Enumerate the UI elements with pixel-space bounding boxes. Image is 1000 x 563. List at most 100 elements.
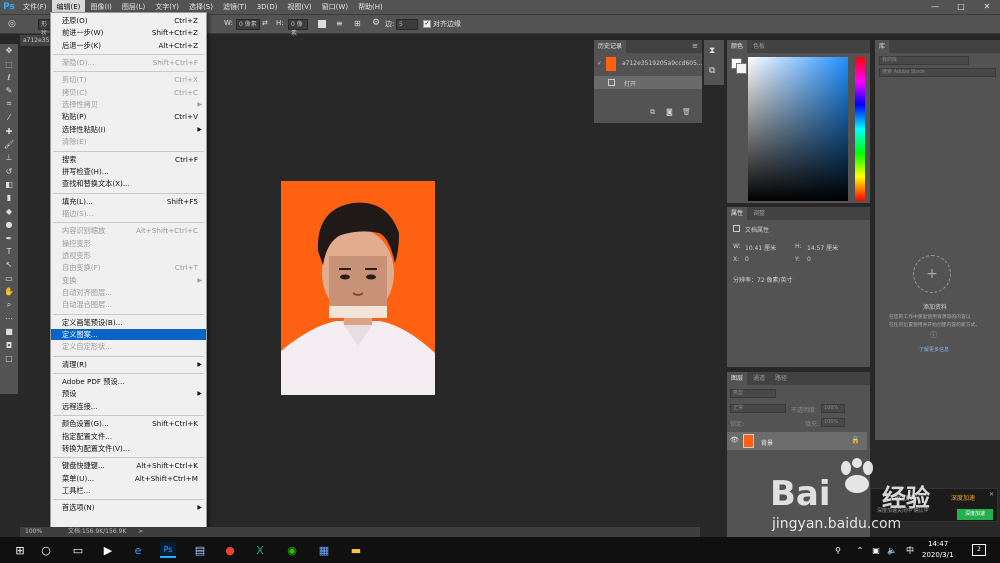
lasso-tool-icon[interactable]: ℓ — [0, 71, 18, 84]
quick-select-tool-icon[interactable]: ✎ — [0, 84, 18, 97]
type-tool-icon[interactable]: T — [0, 245, 18, 258]
edit-menu-item[interactable]: 首选项(N) ▶ — [51, 502, 206, 513]
trash-icon[interactable]: 🗑 — [682, 108, 691, 116]
align-edges-checkbox[interactable]: ✓ — [423, 20, 431, 28]
x-value[interactable]: 0 — [745, 256, 749, 263]
edit-menu-item[interactable]: 颜色设置(G)... Shift+Ctrl+K — [51, 418, 206, 429]
eraser-tool-icon[interactable]: ◧ — [0, 178, 18, 191]
create-document-icon[interactable]: ⧉ — [650, 108, 655, 117]
notes-icon[interactable]: ▦ — [316, 542, 332, 558]
blend-mode-select[interactable]: 正常 — [730, 404, 786, 413]
notification-close-icon[interactable]: ✕ — [989, 491, 994, 498]
path-align-icon[interactable]: ≡ — [336, 19, 343, 28]
menu-10[interactable]: 帮助(H) — [353, 0, 388, 14]
edit-menu-item[interactable]: 拼写检查(H)... — [51, 166, 206, 177]
crop-tool-icon[interactable]: ⌗ — [0, 98, 18, 111]
volume-icon[interactable]: 🔈 — [884, 542, 900, 558]
edit-menu-item[interactable]: 远程连接... — [51, 401, 206, 412]
tab-layers[interactable]: 图层 — [727, 372, 748, 385]
tab-color[interactable]: 颜色 — [727, 40, 748, 53]
quick-mask-icon[interactable]: ◘ — [0, 339, 18, 352]
close-button[interactable]: ✕ — [974, 0, 1000, 14]
edit-menu-item[interactable]: 转换为配置文件(V)... — [51, 443, 206, 454]
more-tools-icon[interactable]: ⋯ — [0, 312, 18, 325]
blur-tool-icon[interactable]: ◆ — [0, 205, 18, 218]
notification-action-button[interactable]: 深度加速 — [957, 509, 993, 520]
notification-center-icon[interactable]: 2 — [972, 544, 986, 556]
color-swatches-icon[interactable]: ■ — [0, 325, 18, 338]
tab-adjustments[interactable]: 调整 — [749, 207, 769, 220]
gradient-tool-icon[interactable]: ▮ — [0, 191, 18, 204]
brush-tool-icon[interactable]: 🖌 — [0, 138, 18, 151]
hue-slider[interactable] — [855, 57, 865, 201]
zoom-tool-icon[interactable]: ⌕ — [0, 298, 18, 311]
chrome-icon[interactable]: ● — [222, 542, 238, 558]
history-snapshot-row[interactable]: ✓ a712e3519205a9ccd605... — [594, 55, 703, 73]
excel-icon[interactable]: X — [252, 542, 268, 558]
layer-filter-select[interactable]: 类型 — [730, 389, 776, 398]
panel-menu-icon[interactable]: ≡ — [692, 42, 698, 50]
edit-menu-item[interactable]: 键盘快捷键... Alt+Shift+Ctrl+K — [51, 460, 206, 471]
gear-icon[interactable]: ⚙ — [372, 18, 380, 28]
w-value[interactable]: 10.41 厘米 — [745, 243, 776, 252]
zoom-level[interactable]: 100% — [25, 527, 42, 537]
edit-menu-item[interactable]: 后退一步(K) Alt+Ctrl+Z — [51, 40, 206, 51]
status-menu-arrow[interactable]: > — [138, 527, 143, 537]
tab-paths[interactable]: 路径 — [771, 372, 791, 385]
path-select-icon[interactable]: ↖ — [0, 258, 18, 271]
windows-start-icon[interactable]: ⊞ — [12, 542, 28, 558]
opacity-input[interactable]: 100% — [821, 404, 845, 413]
search-icon[interactable]: ○ — [38, 542, 54, 558]
edit-menu-item[interactable]: 指定配置文件... — [51, 431, 206, 442]
dodge-tool-icon[interactable]: ● — [0, 218, 18, 231]
edit-menu-item[interactable]: 选择性粘贴(I) ▶ — [51, 124, 206, 135]
minimize-button[interactable]: — — [922, 0, 948, 14]
edit-menu-item[interactable]: 前进一步(W) Shift+Ctrl+Z — [51, 27, 206, 38]
h-input[interactable]: 0 像素 — [288, 19, 308, 37]
network-icon[interactable]: ▣ — [868, 542, 884, 558]
files-icon[interactable]: ▤ — [192, 542, 208, 558]
library-search-input[interactable]: 搜索 Adobe Stock — [879, 68, 996, 77]
wechat-icon[interactable]: ◉ — [284, 542, 300, 558]
properties-panel-icon[interactable]: ⧉ — [709, 66, 715, 76]
edit-menu-item[interactable]: 工具栏... — [51, 485, 206, 496]
edit-menu-item[interactable]: 清理(R) ▶ — [51, 359, 206, 370]
menu-7[interactable]: 3D(D) — [252, 0, 283, 14]
edit-menu-item[interactable]: 粘贴(P) Ctrl+V — [51, 111, 206, 122]
people-icon[interactable]: ⚲ — [830, 542, 846, 558]
edit-menu-item[interactable]: 查找和替换文本(X)... — [51, 178, 206, 189]
camera-icon[interactable]: ◙ — [666, 108, 673, 116]
menu-6[interactable]: 滤镜(T) — [218, 0, 252, 14]
tab-swatches[interactable]: 色板 — [749, 40, 769, 53]
swap-icon[interactable]: ⇄ — [262, 19, 268, 27]
tab-library[interactable]: 库 — [875, 40, 890, 53]
edit-menu-item[interactable]: 搜索 Ctrl+F — [51, 154, 206, 165]
layer-row[interactable]: 👁 背景 🔒 — [727, 432, 867, 450]
edit-menu-item[interactable]: 定义图案... — [51, 329, 206, 341]
w-input[interactable]: 0 像素 — [236, 19, 260, 30]
clock-time[interactable]: 14:47 — [928, 540, 948, 548]
fill-input[interactable]: 100% — [821, 418, 845, 427]
input-method-indicator[interactable]: 中 — [902, 542, 918, 558]
clone-stamp-icon[interactable]: ⊥ — [0, 151, 18, 164]
help-icon[interactable]: ⓘ — [930, 330, 937, 340]
eye-icon[interactable]: 👁 — [730, 436, 739, 444]
media-icon[interactable]: ▶ — [100, 542, 116, 558]
task-view-icon[interactable]: ▭ — [70, 542, 86, 558]
add-content-icon[interactable]: + — [913, 255, 951, 293]
canvas-document-image[interactable] — [281, 181, 435, 395]
y-value[interactable]: 0 — [807, 256, 811, 263]
hand-tool-icon[interactable]: ✋ — [0, 285, 18, 298]
tool-preset-icon[interactable]: ◎ — [8, 19, 22, 31]
background-color-swatch[interactable] — [736, 63, 747, 74]
history-brush-icon[interactable]: ↺ — [0, 165, 18, 178]
eyedropper-tool-icon[interactable]: ⁄ — [0, 111, 18, 124]
edge-browser-icon[interactable]: e — [130, 542, 146, 558]
edit-menu-item[interactable]: 还原(O) Ctrl+Z — [51, 15, 206, 26]
color-field[interactable] — [748, 57, 848, 201]
menu-0[interactable]: 文件(F) — [18, 0, 52, 14]
tab-history[interactable]: 历史记录 — [594, 40, 627, 53]
notification-link[interactable]: 深度加速 — [951, 493, 975, 502]
file-explorer-icon[interactable]: ▬ — [348, 542, 364, 558]
maximize-button[interactable]: □ — [948, 0, 974, 14]
